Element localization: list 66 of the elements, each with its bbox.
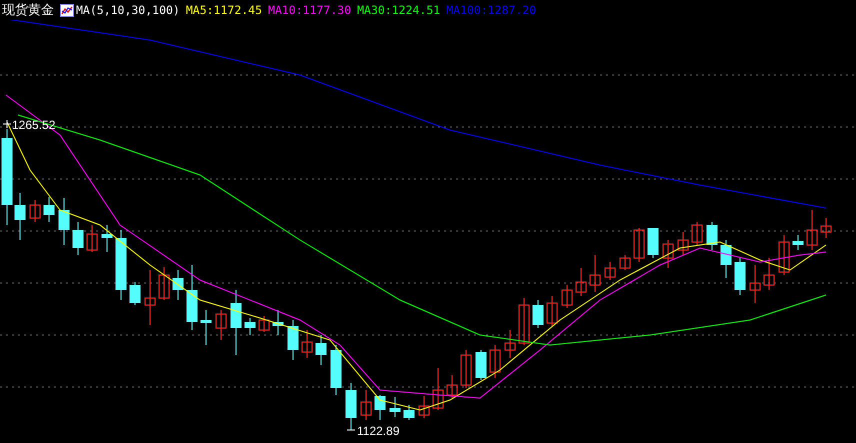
low-price-label: 1122.89 [357,424,400,438]
candlestick [86,224,98,252]
candlestick [102,224,112,252]
moving-average-value: MA100:1287.20 [446,3,536,17]
candlestick [14,192,26,240]
candlestick [288,320,298,360]
indicator-name: MA(5,10,30,100) [76,3,180,17]
candlestick [692,222,702,246]
candlestick [404,404,414,420]
candlestick [346,382,356,430]
candlestick [390,396,400,418]
candlestick [476,350,486,380]
candlestick [576,268,586,296]
candlestick [316,334,326,366]
line-chart-icon [60,4,74,16]
candlestick [30,200,40,222]
candlestick [360,390,372,420]
candlestick [172,270,184,300]
candlestick [116,230,126,300]
candlestick [764,258,774,290]
candlestick [230,290,242,356]
candlestick [216,310,226,340]
candlestick [130,282,140,306]
candlestick [200,310,212,346]
instrument-title: 现货黄金 [2,2,54,19]
candlestick [792,234,804,250]
candlestick [806,210,818,250]
candlestick [820,218,832,238]
candlestick [734,258,746,296]
candlestick [302,330,312,358]
candlestick [562,284,572,308]
candlestick [620,254,630,270]
candlestick [144,270,156,326]
candlestick [504,330,516,358]
candlestick [750,264,760,304]
candlestick [244,318,256,336]
candlestick [678,232,688,256]
candlestick [272,310,284,336]
candlestick [58,198,70,246]
candlestick [532,300,544,328]
moving-average-value: MA5:1172.45 [186,3,262,17]
candlestick [706,222,718,250]
candlestick [490,344,500,378]
candlestick [546,296,558,326]
high-marker-icon [2,120,12,128]
candlestick [432,368,444,410]
candlestick [590,254,600,292]
candlestick [634,228,644,262]
candlestick [374,394,386,420]
candlestick [44,196,54,222]
candlestick [418,396,430,418]
candlestick [258,316,270,332]
candlestick [604,262,616,280]
moving-average-value: MA30:1224.51 [357,3,440,17]
candlestick [778,234,790,276]
candlestick [158,266,170,300]
candlestick [330,344,342,396]
candlestick [720,240,732,278]
candlestick [460,350,472,388]
candlestick [648,228,658,258]
moving-average-value: MA10:1177.30 [268,3,352,17]
candlestick [662,240,674,268]
candlestick [518,298,530,346]
candlestick [72,222,84,256]
candlestick [186,264,198,330]
candlestick [446,374,458,398]
